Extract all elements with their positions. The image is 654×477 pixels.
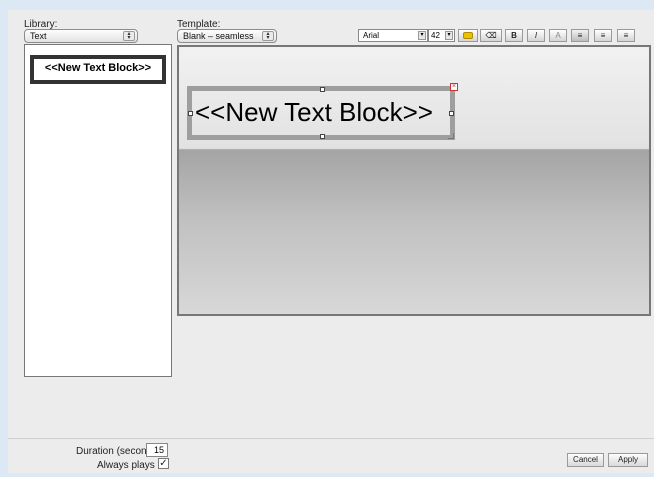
resize-handle-bottom[interactable]: [320, 134, 325, 139]
bold-button[interactable]: B: [505, 29, 523, 42]
align-right-icon: ≡: [623, 31, 629, 40]
updown-arrow-icon: ▴ ▾: [123, 31, 135, 41]
apply-button[interactable]: Apply: [608, 453, 648, 467]
resize-grip-icon[interactable]: [448, 133, 454, 139]
font-size-value: 42: [431, 31, 440, 40]
always-plays-checkbox[interactable]: ✓: [158, 458, 169, 469]
text-color-button[interactable]: A: [549, 29, 567, 42]
eraser-button[interactable]: ⌫: [480, 29, 502, 42]
dropdown-arrow-icon: ▾: [445, 31, 453, 40]
block-list: <<New Text Block>>: [24, 44, 172, 377]
eraser-icon: ⌫: [485, 31, 497, 40]
close-icon[interactable]: ×: [450, 83, 458, 91]
font-select[interactable]: Arial ▾: [358, 29, 428, 42]
slide-canvas[interactable]: <<New Text Block>> ×: [177, 45, 651, 316]
resize-handle-left[interactable]: [188, 111, 193, 116]
resize-handle-top[interactable]: [320, 87, 325, 92]
text-block[interactable]: <<New Text Block>> ×: [187, 83, 458, 140]
updown-arrow-icon: ▴ ▾: [262, 31, 274, 41]
align-left-button[interactable]: ≡: [571, 29, 589, 42]
library-value: Text: [30, 31, 47, 41]
text-block-content[interactable]: <<New Text Block>>: [195, 97, 433, 127]
template-select[interactable]: Blank – seamless ▴ ▾: [177, 29, 277, 43]
italic-button[interactable]: I: [527, 29, 545, 42]
template-value: Blank – seamless: [183, 31, 254, 41]
align-center-icon: ≡: [600, 31, 606, 40]
color-picker-button[interactable]: [458, 29, 478, 42]
cancel-button[interactable]: Cancel: [567, 453, 604, 467]
resize-handle-right[interactable]: [449, 111, 454, 116]
font-size-select[interactable]: 42 ▾: [428, 29, 455, 42]
library-select[interactable]: Text ▴ ▾: [24, 29, 138, 43]
align-left-icon: ≡: [577, 31, 583, 40]
always-plays-label: Always plays: [97, 460, 155, 471]
text-block-thumbnail[interactable]: <<New Text Block>>: [30, 55, 166, 84]
palette-icon: [463, 32, 473, 39]
align-center-button[interactable]: ≡: [594, 29, 612, 42]
align-right-button[interactable]: ≡: [617, 29, 635, 42]
checkmark-icon: ✓: [159, 458, 168, 469]
dropdown-arrow-icon: ▾: [418, 31, 426, 40]
duration-input[interactable]: 15: [146, 443, 168, 457]
font-value: Arial: [363, 31, 380, 40]
